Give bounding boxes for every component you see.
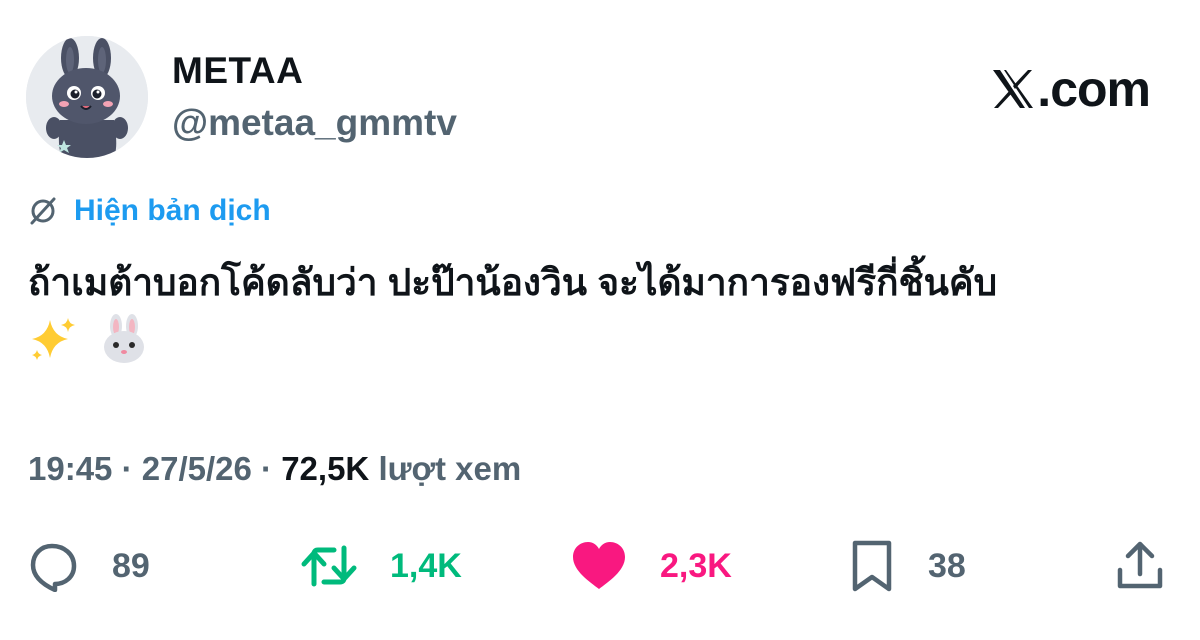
bookmark-icon xyxy=(852,540,892,592)
repost-button[interactable]: 1,4K xyxy=(300,538,462,594)
avatar[interactable] xyxy=(26,36,148,158)
tweet-body: ถ้าเมต้าบอกโค้ดลับว่า ปะป๊าน้องวิน จะได้… xyxy=(28,252,1178,364)
x-logo-icon xyxy=(993,70,1034,108)
tweet-meta: 19:45 · 27/5/26 · 72,5K lượt xem xyxy=(28,450,521,488)
tweet-emojis xyxy=(28,314,1178,364)
views-count: 72,5K xyxy=(281,450,370,487)
brand-domain: .com xyxy=(1037,61,1151,117)
reply-icon xyxy=(30,543,77,592)
reply-button[interactable]: 89 xyxy=(28,538,150,594)
like-count: 2,3K xyxy=(660,546,732,585)
x-com-logo: .com xyxy=(991,60,1151,118)
bunny-mascot-avatar-image xyxy=(26,36,148,158)
meta-separator: · xyxy=(261,450,273,487)
reply-count: 89 xyxy=(112,546,150,585)
show-translation-link[interactable]: Hiện bản dịch xyxy=(28,194,271,228)
bookmark-count: 38 xyxy=(928,546,966,585)
bookmark-button[interactable]: 38 xyxy=(848,538,966,594)
author-handle[interactable]: @metaa_gmmtv xyxy=(172,102,457,144)
repost-count: 1,4K xyxy=(390,546,462,585)
tweet-actions: 89 1,4K 2,3K 38 xyxy=(0,538,1200,594)
heart-icon xyxy=(573,542,625,589)
meta-separator: · xyxy=(121,450,133,487)
author-name[interactable]: METAA xyxy=(172,50,303,92)
views-label: lượt xem xyxy=(378,450,522,487)
tweet-card: METAA @metaa_gmmtv .com Hiện bản dịch ถ้… xyxy=(0,0,1200,640)
tweet-time[interactable]: 19:45 xyxy=(28,450,112,487)
tweet-text: ถ้าเมต้าบอกโค้ดลับว่า ปะป๊าน้องวิน จะได้… xyxy=(28,262,998,303)
like-button[interactable]: 2,3K xyxy=(570,538,732,594)
sparkles-icon xyxy=(32,318,75,360)
share-button[interactable] xyxy=(1114,538,1166,594)
show-translation-label: Hiện bản dịch xyxy=(74,194,271,227)
rabbit-face-icon xyxy=(104,314,144,363)
share-icon xyxy=(1117,541,1163,589)
globe-slash-icon xyxy=(28,196,58,226)
tweet-date[interactable]: 27/5/26 xyxy=(142,450,252,487)
repost-icon xyxy=(301,545,357,587)
